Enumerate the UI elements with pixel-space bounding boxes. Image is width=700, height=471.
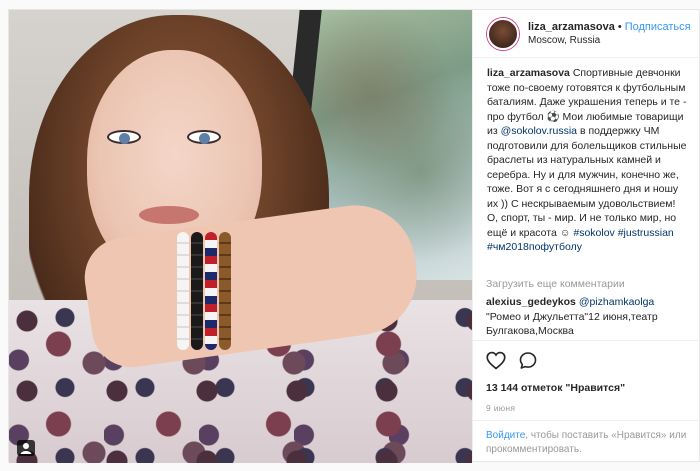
lips xyxy=(139,206,199,224)
post-photo[interactable] xyxy=(9,10,472,463)
bracelet-white xyxy=(177,232,189,350)
bracelets xyxy=(177,232,257,352)
comment-icon[interactable] xyxy=(518,351,538,370)
comments-area: Загрузить еще комментарии alexius_gedeyk… xyxy=(472,274,700,339)
bracelet-black xyxy=(191,232,203,350)
instagram-post: liza_arzamasova • Подписаться Moscow, Russ… xyxy=(8,9,700,463)
login-link[interactable]: Войдите xyxy=(486,430,525,441)
user-tag-icon[interactable] xyxy=(17,440,35,456)
sidebar-lower: Загрузить еще комментарии alexius_gedeyk… xyxy=(472,10,700,463)
bracelet-tigers-eye xyxy=(219,232,231,350)
comment-username[interactable]: alexius_gedeykos xyxy=(486,296,576,308)
likes-count[interactable]: 13 144 отметок "Нравится" xyxy=(486,382,625,394)
left-eye xyxy=(107,130,141,144)
page-background: liza_arzamasova • Подписаться Moscow, Russ… xyxy=(0,0,700,471)
post-date[interactable]: 9 июня xyxy=(486,403,515,413)
login-prompt: Войдите, чтобы поставить «Нравится» или … xyxy=(472,420,700,463)
bracelet-tricolor xyxy=(205,232,217,350)
comment-mention[interactable]: @pizhamkaolga xyxy=(579,296,654,308)
action-bar xyxy=(472,340,700,380)
load-more-comments-link[interactable]: Загрузить еще комментарии xyxy=(472,274,700,290)
right-eye xyxy=(187,130,221,144)
heart-icon[interactable] xyxy=(486,351,506,370)
comment-text: "Ромео и Джульетта"12 июня,театр Булгако… xyxy=(486,310,658,338)
comment-item: alexius_gedeykos @pizhamkaolga "Ромео и … xyxy=(472,290,700,339)
